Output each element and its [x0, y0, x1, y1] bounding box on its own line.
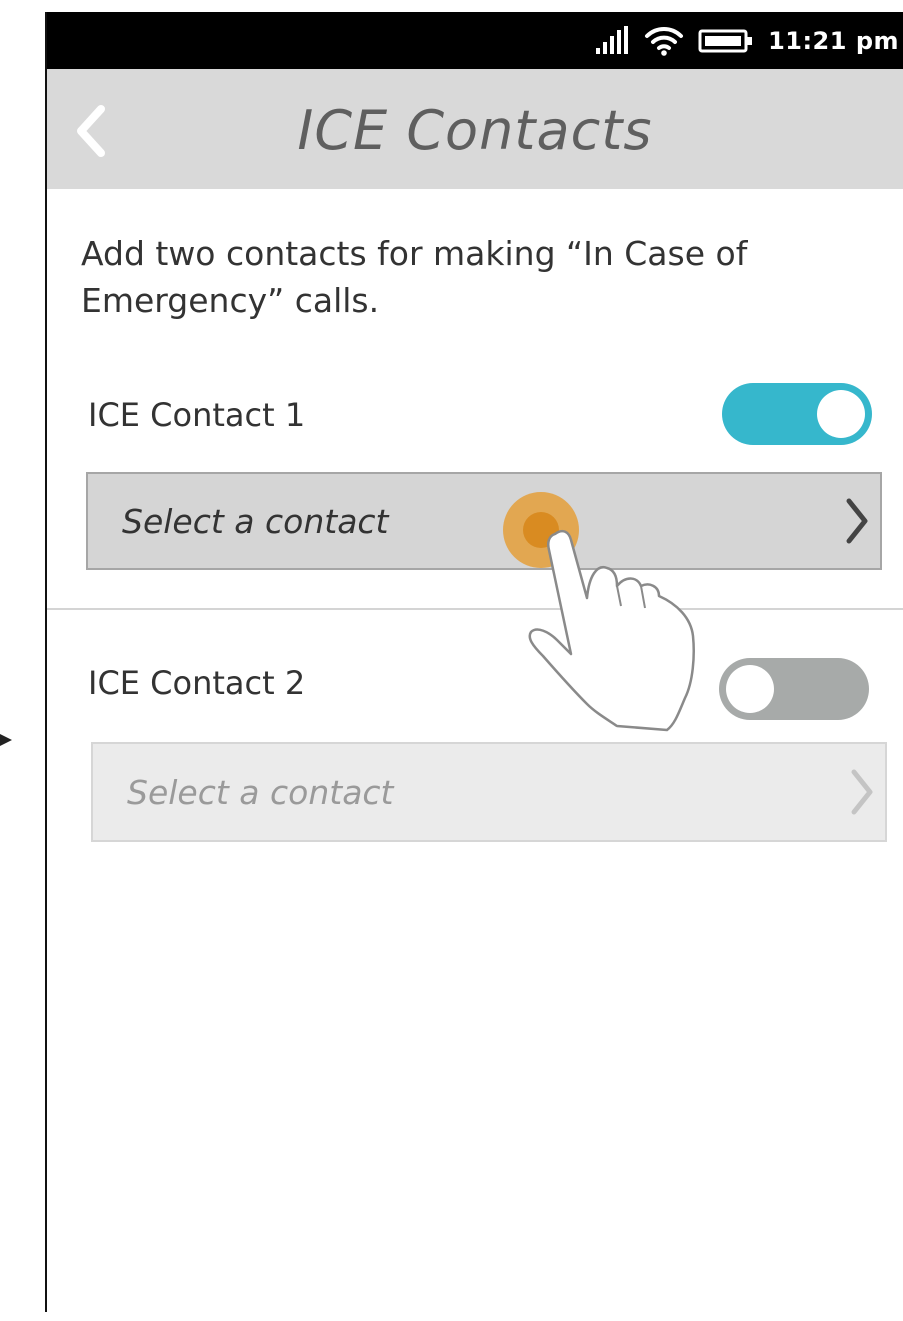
status-time: 11:21 pm	[768, 26, 899, 55]
ice-contact-2-toggle[interactable]	[719, 658, 869, 720]
app-header: ICE Contacts	[47, 69, 903, 189]
screen-canvas: 11:21 pm ICE Contacts Add two contacts f…	[0, 0, 903, 1321]
ice-contact-2-label: ICE Contact 2	[88, 664, 306, 702]
toggle-knob	[817, 390, 865, 438]
intro-text: Add two contacts for making “In Case of …	[81, 234, 748, 320]
toggle-knob	[726, 665, 774, 713]
status-bar: 11:21 pm	[47, 12, 903, 69]
signal-bars-icon	[596, 25, 629, 54]
ice-contact-1-label: ICE Contact 1	[88, 396, 306, 434]
page-title: ICE Contacts	[297, 99, 653, 162]
phone-screen: 11:21 pm ICE Contacts Add two contacts f…	[47, 12, 903, 1312]
chevron-right-icon	[846, 498, 868, 544]
ice-contact-1-select[interactable]: Select a contact	[86, 472, 882, 570]
back-button[interactable]	[71, 103, 111, 159]
select-placeholder: Select a contact	[122, 501, 389, 541]
status-icons: 11:21 pm	[594, 12, 903, 69]
ice-contact-1-toggle[interactable]	[722, 383, 872, 445]
select-placeholder: Select a contact	[127, 772, 394, 812]
battery-icon	[698, 29, 753, 52]
chevron-left-icon	[77, 105, 105, 157]
arrow-right-icon	[0, 734, 12, 746]
section-divider	[47, 608, 903, 610]
chevron-right-icon	[851, 769, 873, 815]
ice-contact-2-select[interactable]: Select a contact	[91, 742, 887, 842]
wifi-icon	[645, 26, 684, 56]
